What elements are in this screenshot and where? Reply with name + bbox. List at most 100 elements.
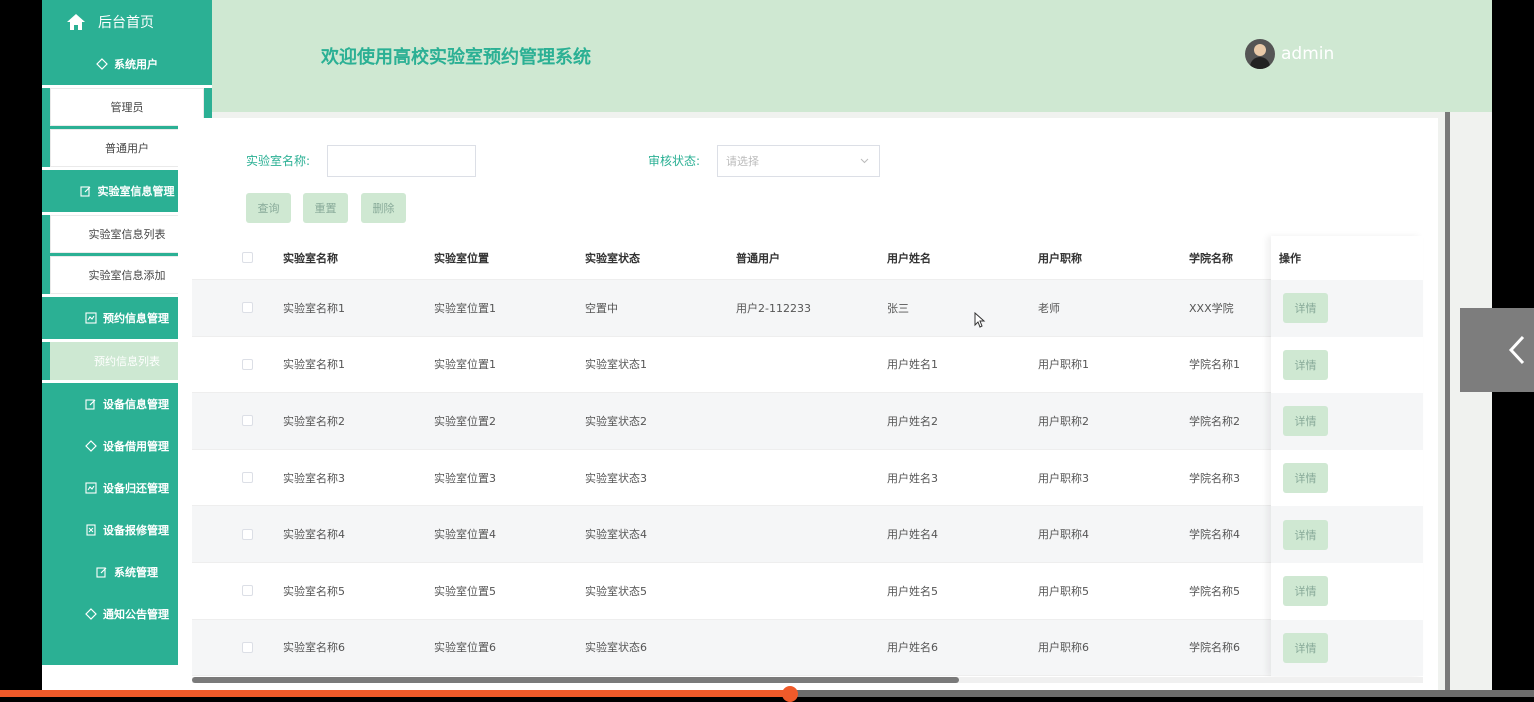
row-checkbox[interactable]	[242, 585, 253, 597]
detail-button[interactable]: 详情	[1283, 632, 1328, 663]
video-progress-fill	[0, 690, 790, 697]
table-cell: 学院名称5	[1189, 584, 1240, 598]
sidebar-group-label: 设备归还管理	[103, 482, 169, 495]
table-cell: 用户姓名1	[887, 358, 938, 372]
document-icon	[86, 524, 96, 536]
table-cell: 学院名称2	[1189, 414, 1240, 428]
detail-button[interactable]: 详情	[1283, 406, 1328, 437]
table-cell: 实验室名称3	[283, 471, 345, 485]
column-header: 用户姓名	[887, 251, 931, 265]
table-cell: 用户姓名6	[887, 641, 938, 655]
table-row: 实验室名称4 实验室位置4 实验室状态4 用户姓名4 用户职称4 学院名称4	[192, 506, 1423, 563]
table-cell: 用户职称3	[1038, 471, 1089, 485]
table-cell: 实验室名称1	[283, 301, 345, 315]
operations-column: 操作 详情 详情 详情 详情 详情 详情 详情	[1271, 236, 1423, 677]
edit-icon	[79, 186, 90, 197]
operations-cell: 详情	[1271, 393, 1423, 450]
operations-cell: 详情	[1271, 337, 1423, 394]
chart-icon	[85, 482, 97, 494]
lab-name-input[interactable]	[327, 145, 476, 177]
diamond-icon	[96, 58, 108, 70]
operations-cell: 详情	[1271, 506, 1423, 563]
sidebar-group-system-users[interactable]: 系统用户	[42, 43, 212, 85]
table-cell: 学院名称6	[1189, 641, 1240, 655]
table-cell: 实验室位置3	[434, 471, 496, 485]
detail-button[interactable]: 详情	[1283, 519, 1328, 550]
table-row: 实验室名称6 实验室位置6 实验室状态6 用户姓名6 用户职称6 学院名称6	[192, 619, 1423, 677]
vertical-scrollbar[interactable]	[1445, 112, 1450, 697]
status-label: 审核状态:	[648, 154, 701, 168]
table-cell: 用户职称6	[1038, 641, 1089, 655]
detail-button[interactable]: 详情	[1283, 349, 1328, 380]
table-cell: 实验室名称1	[283, 358, 345, 372]
operations-cell: 详情	[1271, 563, 1423, 620]
chart-icon	[85, 312, 97, 324]
column-header-operations: 操作	[1279, 252, 1301, 265]
table-cell: 实验室状态6	[585, 641, 647, 655]
row-checkbox[interactable]	[242, 528, 253, 540]
sidebar-group-label: 系统管理	[114, 566, 158, 579]
sidebar-group-label: 通知公告管理	[103, 608, 169, 621]
table-cell: 用户姓名4	[887, 528, 938, 542]
table-cell: 学院名称3	[1189, 471, 1240, 485]
collapse-tab[interactable]	[1460, 308, 1534, 392]
status-select[interactable]: 请选择	[717, 145, 880, 177]
select-all-checkbox[interactable]	[242, 252, 253, 263]
delete-button[interactable]: 删除	[361, 193, 406, 223]
row-checkbox[interactable]	[242, 358, 253, 370]
row-checkbox[interactable]	[242, 641, 253, 653]
sidebar-home-label: 后台首页	[98, 14, 154, 31]
avatar	[1245, 39, 1275, 69]
table-cell: 用户职称5	[1038, 584, 1089, 598]
sidebar-group-label: 设备借用管理	[103, 440, 169, 453]
detail-button[interactable]: 详情	[1283, 576, 1328, 607]
table-cell: 实验室状态4	[585, 528, 647, 542]
row-checkbox[interactable]	[242, 415, 253, 427]
table-cell: XXX学院	[1189, 301, 1234, 315]
detail-button[interactable]: 详情	[1283, 293, 1328, 324]
video-progress-knob[interactable]	[782, 686, 798, 702]
column-header: 学院名称	[1189, 251, 1233, 265]
sidebar-group-label: 实验室信息管理	[97, 185, 175, 198]
username: admin	[1281, 44, 1335, 64]
row-checkbox[interactable]	[242, 472, 253, 484]
header: 欢迎使用高校实验室预约管理系统 admin	[212, 0, 1492, 112]
home-icon	[67, 13, 85, 30]
table-row: 实验室名称2 实验室位置2 实验室状态2 用户姓名2 用户职称2 学院名称2	[192, 393, 1423, 450]
table-cell: 实验室位置2	[434, 414, 496, 428]
sidebar-group-label: 设备信息管理	[103, 398, 169, 411]
user-menu[interactable]: admin	[1245, 39, 1334, 69]
table-cell: 实验室位置6	[434, 641, 496, 655]
table-cell: 实验室位置1	[434, 358, 496, 372]
table-cell: 张三	[887, 301, 909, 315]
horizontal-scrollbar-thumb[interactable]	[192, 677, 959, 683]
chevron-down-icon	[860, 158, 869, 164]
query-button[interactable]: 查询	[246, 193, 291, 223]
table-cell: 老师	[1038, 301, 1060, 315]
table-header-row: 实验室名称 实验室位置 实验室状态 普通用户 用户姓名 用户职称 学院名称	[192, 236, 1423, 280]
reset-button[interactable]: 重置	[303, 193, 348, 223]
table-row: 实验室名称1 实验室位置1 空置中 用户2-112233 张三 老师 XXX学院	[192, 280, 1423, 337]
operations-cell: 详情	[1271, 619, 1423, 677]
table-cell: 用户职称2	[1038, 414, 1089, 428]
table-row: 实验室名称3 实验室位置3 实验室状态3 用户姓名3 用户职称3 学院名称3	[192, 450, 1423, 507]
column-header: 用户职称	[1038, 251, 1082, 265]
table-cell: 学院名称1	[1189, 358, 1240, 372]
page-title: 欢迎使用高校实验室预约管理系统	[321, 47, 591, 68]
status-select-placeholder: 请选择	[726, 155, 759, 168]
row-checkbox[interactable]	[242, 302, 253, 314]
sidebar-group-label: 系统用户	[114, 58, 158, 71]
diamond-icon	[85, 608, 97, 620]
edit-icon	[96, 567, 107, 578]
table-cell: 实验室状态5	[585, 584, 647, 598]
table-cell: 用户2-112233	[736, 301, 811, 315]
data-table: 实验室名称 实验室位置 实验室状态 普通用户 用户姓名 用户职称 学院名称 实验…	[192, 236, 1423, 677]
detail-button[interactable]: 详情	[1283, 463, 1328, 494]
table-cell: 实验室名称4	[283, 528, 345, 542]
table-cell: 实验室状态3	[585, 471, 647, 485]
sidebar-group-label: 设备报修管理	[103, 524, 169, 537]
column-header: 实验室位置	[434, 251, 489, 265]
chevron-left-icon	[1508, 335, 1525, 365]
sidebar-home[interactable]: 后台首页	[42, 0, 212, 43]
table-row: 实验室名称1 实验室位置1 实验室状态1 用户姓名1 用户职称1 学院名称1	[192, 337, 1423, 394]
